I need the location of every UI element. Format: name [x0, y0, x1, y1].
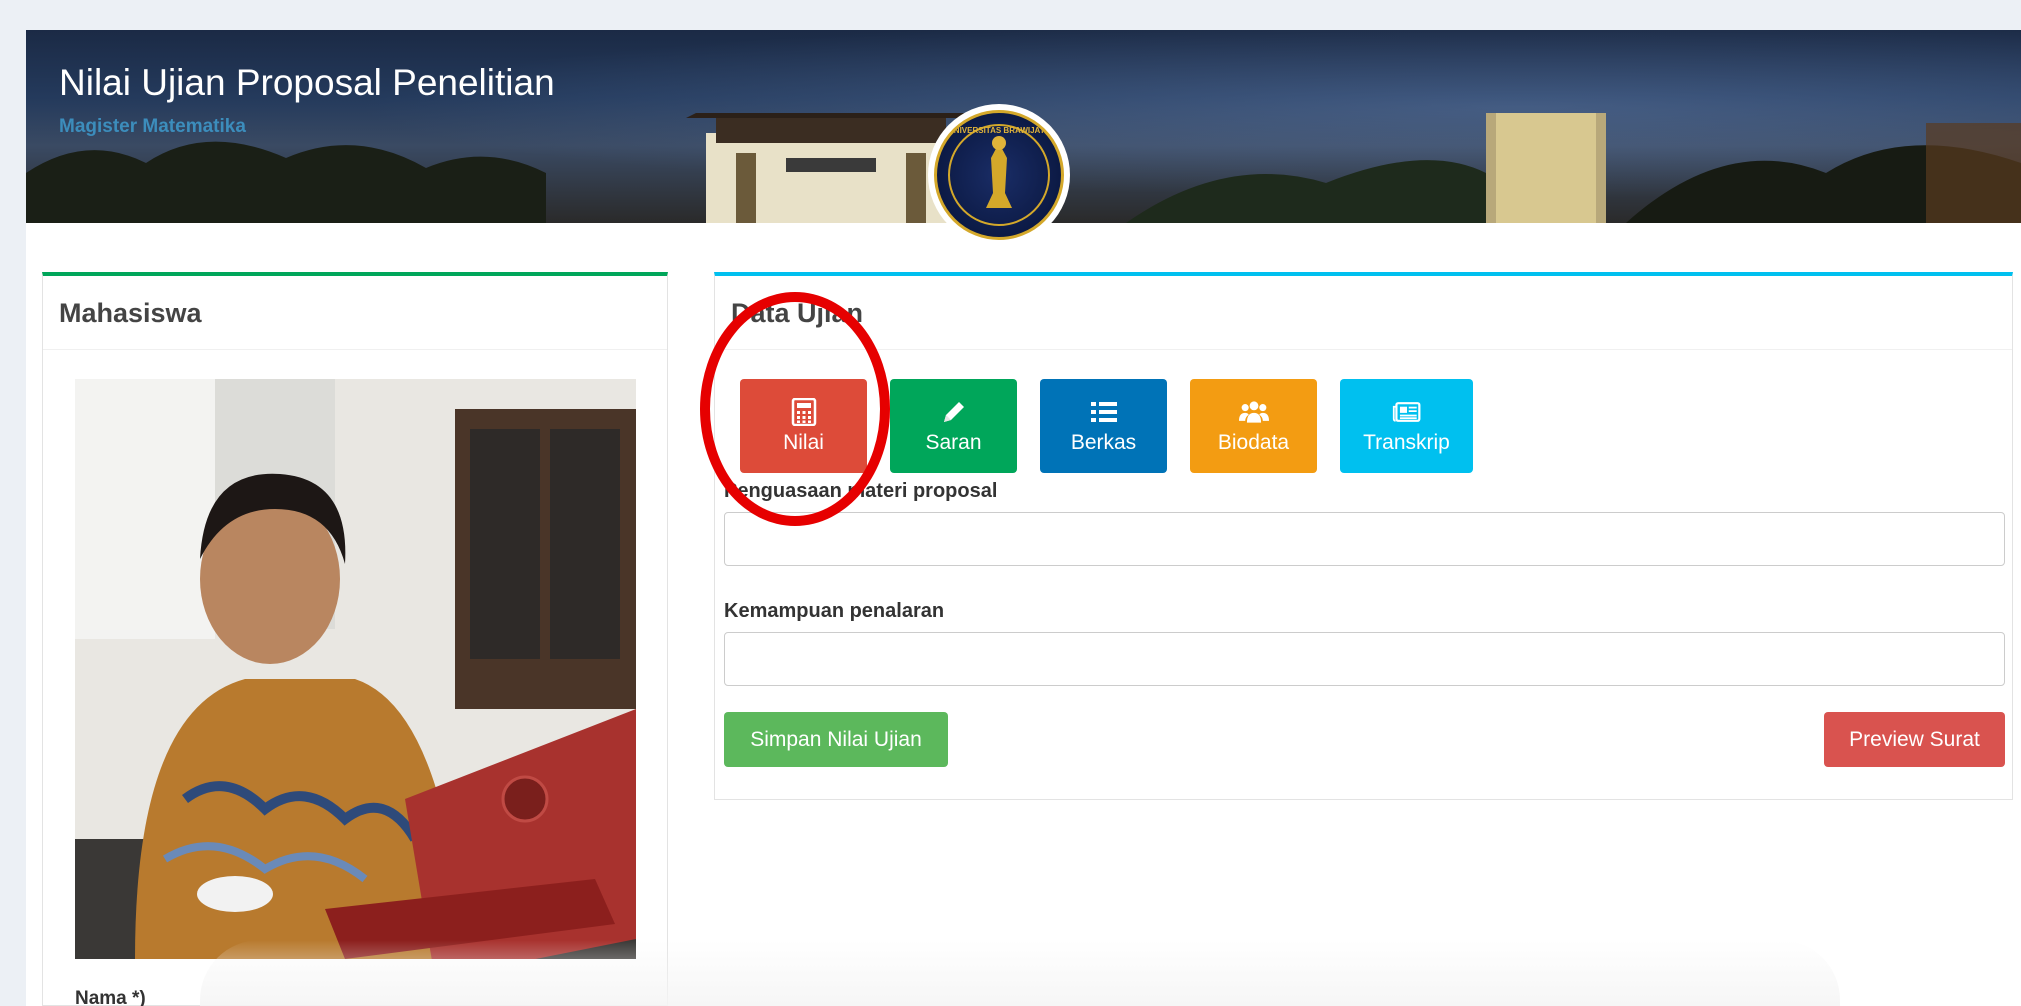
berkas-label: Berkas	[1070, 431, 1137, 454]
nama-label: Nama *)	[75, 988, 146, 1006]
penguasaan-materi-input[interactable]	[724, 512, 2005, 566]
mahasiswa-panel: Mahasiswa Nama *)	[42, 272, 668, 1006]
berkas-button[interactable]: Berkas	[1040, 379, 1167, 473]
photo-illustration	[75, 379, 636, 959]
preview-button[interactable]: Preview Surat	[1824, 712, 2005, 767]
pencil-icon	[939, 397, 969, 427]
student-photo	[75, 379, 636, 959]
biodata-button[interactable]: Biodata	[1190, 379, 1317, 473]
save-button[interactable]: Simpan Nilai Ujian	[724, 712, 948, 767]
action-tiles: Nilai Saran Berkas Biodata Transkrip	[740, 379, 1473, 473]
university-logo: UNIVERSITAS BRAWIJAYA	[928, 104, 1070, 246]
saran-label: Saran	[925, 431, 982, 454]
calculator-icon	[789, 397, 819, 427]
users-icon	[1238, 397, 1269, 427]
mahasiswa-panel-title: Mahasiswa	[43, 276, 667, 350]
list-icon	[1089, 397, 1119, 427]
transkrip-button[interactable]: Transkrip	[1340, 379, 1473, 473]
logo-text: UNIVERSITAS BRAWIJAYA	[948, 126, 1050, 135]
transkrip-label: Transkrip	[1363, 431, 1450, 454]
saran-button[interactable]: Saran	[890, 379, 1017, 473]
data-ujian-panel-title: Data Ujian	[715, 276, 2012, 350]
page-title: Nilai Ujian Proposal Penelitian	[59, 62, 555, 103]
penguasaan-materi-label: Penguasaan materi proposal	[724, 480, 998, 502]
page-subtitle: Magister Matematika	[59, 116, 246, 137]
nilai-label: Nilai	[783, 431, 824, 454]
newspaper-icon	[1392, 397, 1422, 427]
data-ujian-panel: Data Ujian Nilai Saran Berkas Biodata Tr…	[714, 272, 2013, 800]
biodata-label: Biodata	[1217, 431, 1290, 454]
logo-emblem: UNIVERSITAS BRAWIJAYA	[934, 110, 1064, 240]
kemampuan-penalaran-label: Kemampuan penalaran	[724, 600, 945, 622]
kemampuan-penalaran-input[interactable]	[724, 632, 2005, 686]
nilai-button[interactable]: Nilai	[740, 379, 867, 473]
logo-figure-icon: UNIVERSITAS BRAWIJAYA	[948, 124, 1050, 226]
bottom-overlay	[200, 940, 1840, 1006]
